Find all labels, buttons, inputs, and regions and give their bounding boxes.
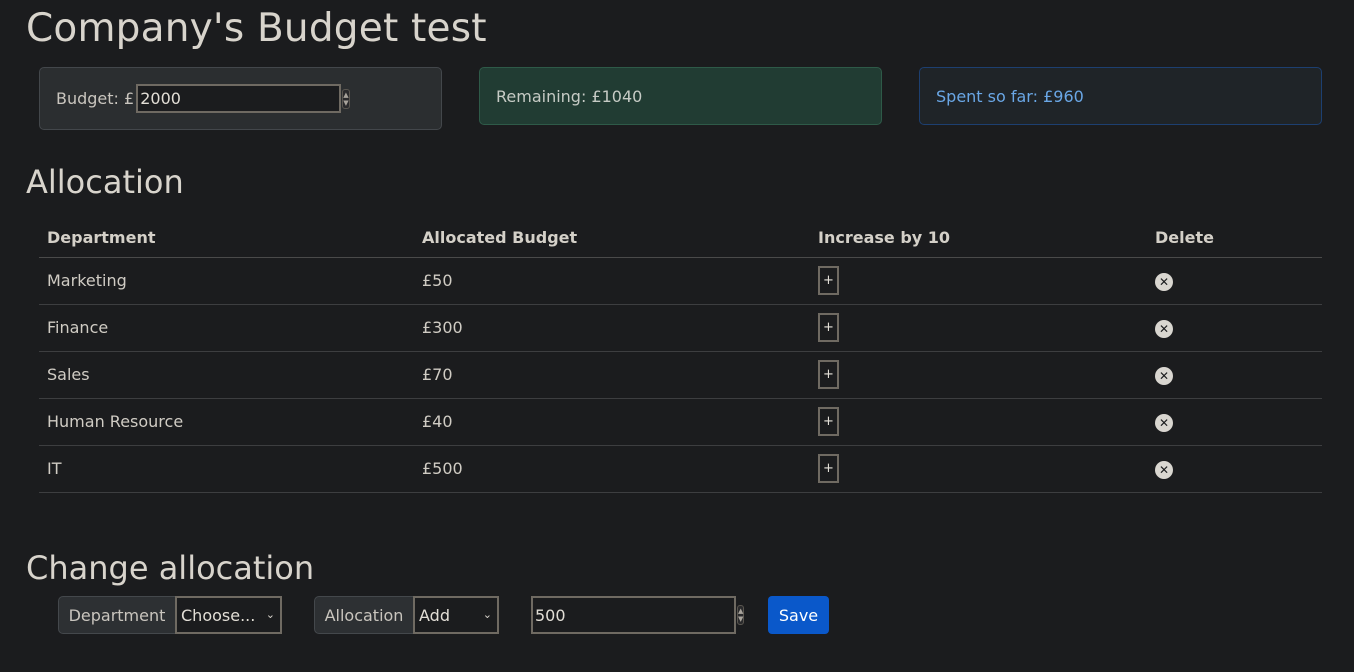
department-addon-label: Department [58,596,176,634]
chevron-down-icon: ⌄ [265,608,275,621]
delete-icon[interactable]: ✕ [1155,413,1173,432]
column-header-department: Department [39,218,414,258]
delete-icon[interactable]: ✕ [1155,319,1173,338]
spent-text: Spent so far: £960 [936,86,1084,106]
allocation-heading: Allocation [26,163,184,201]
spin-down-icon[interactable]: ▼ [343,99,348,107]
budget-card: Budget: £ ▲ ▼ [39,67,442,130]
department-cell: Sales [39,351,414,399]
spin-up-icon[interactable]: ▲ [738,607,743,615]
department-select[interactable]: Choose... ⌄ [175,596,282,634]
change-allocation-heading: Change allocation [26,549,315,587]
amount-input[interactable] [533,605,737,625]
delete-icon[interactable]: ✕ [1155,366,1173,385]
table-row: Finance £300 + ✕ [39,304,1322,352]
budget-cell: £300 [414,304,810,352]
budget-cell: £40 [414,398,810,446]
increase-button[interactable]: + [818,360,839,389]
table-header-row: Department Allocated Budget Increase by … [39,218,1322,258]
delete-icon[interactable]: ✕ [1155,460,1173,479]
chevron-down-icon: ⌄ [482,608,492,621]
remaining-text: Remaining: £1040 [496,86,643,106]
increase-button[interactable]: + [818,266,839,295]
budget-cell: £70 [414,351,810,399]
department-select-value: Choose... [181,605,256,625]
budget-cell: £500 [414,445,810,493]
department-cell: IT [39,445,414,493]
column-header-allocated-budget: Allocated Budget [414,218,810,258]
budget-label: Budget: £ [56,89,135,108]
amount-input-wrapper: ▲ ▼ [531,596,745,634]
column-header-delete: Delete [1147,218,1322,258]
budget-spinner[interactable]: ▲ ▼ [342,88,350,109]
column-header-increase: Increase by 10 [810,218,1147,258]
department-cell: Human Resource [39,398,414,446]
increase-button[interactable]: + [818,454,839,483]
budget-input-wrapper: ▲ ▼ [136,84,350,113]
table-row: Human Resource £40 + ✕ [39,398,1322,446]
department-cell: Marketing [39,257,414,305]
amount-spinner[interactable]: ▲ ▼ [737,605,745,625]
allocation-type-select[interactable]: Add ⌄ [413,596,499,634]
spent-alert: Spent so far: £960 [919,67,1322,125]
spin-up-icon[interactable]: ▲ [343,91,348,99]
page-title: Company's Budget test [26,6,487,51]
remaining-alert: Remaining: £1040 [479,67,882,125]
department-cell: Finance [39,304,414,352]
budget-cell: £50 [414,257,810,305]
allocation-addon-label: Allocation [314,596,414,634]
page: Company's Budget test Budget: £ ▲ ▼ Rema… [0,0,1354,672]
spin-down-icon[interactable]: ▼ [738,615,743,623]
table-row: Marketing £50 + ✕ [39,257,1322,305]
increase-button[interactable]: + [818,407,839,436]
delete-icon[interactable]: ✕ [1155,272,1173,291]
table-row: Sales £70 + ✕ [39,351,1322,399]
table-row: IT £500 + ✕ [39,445,1322,493]
save-button[interactable]: Save [768,596,829,634]
allocation-table: Department Allocated Budget Increase by … [39,218,1322,493]
allocation-type-value: Add [419,605,450,625]
budget-input[interactable] [138,86,343,111]
increase-button[interactable]: + [818,313,839,342]
